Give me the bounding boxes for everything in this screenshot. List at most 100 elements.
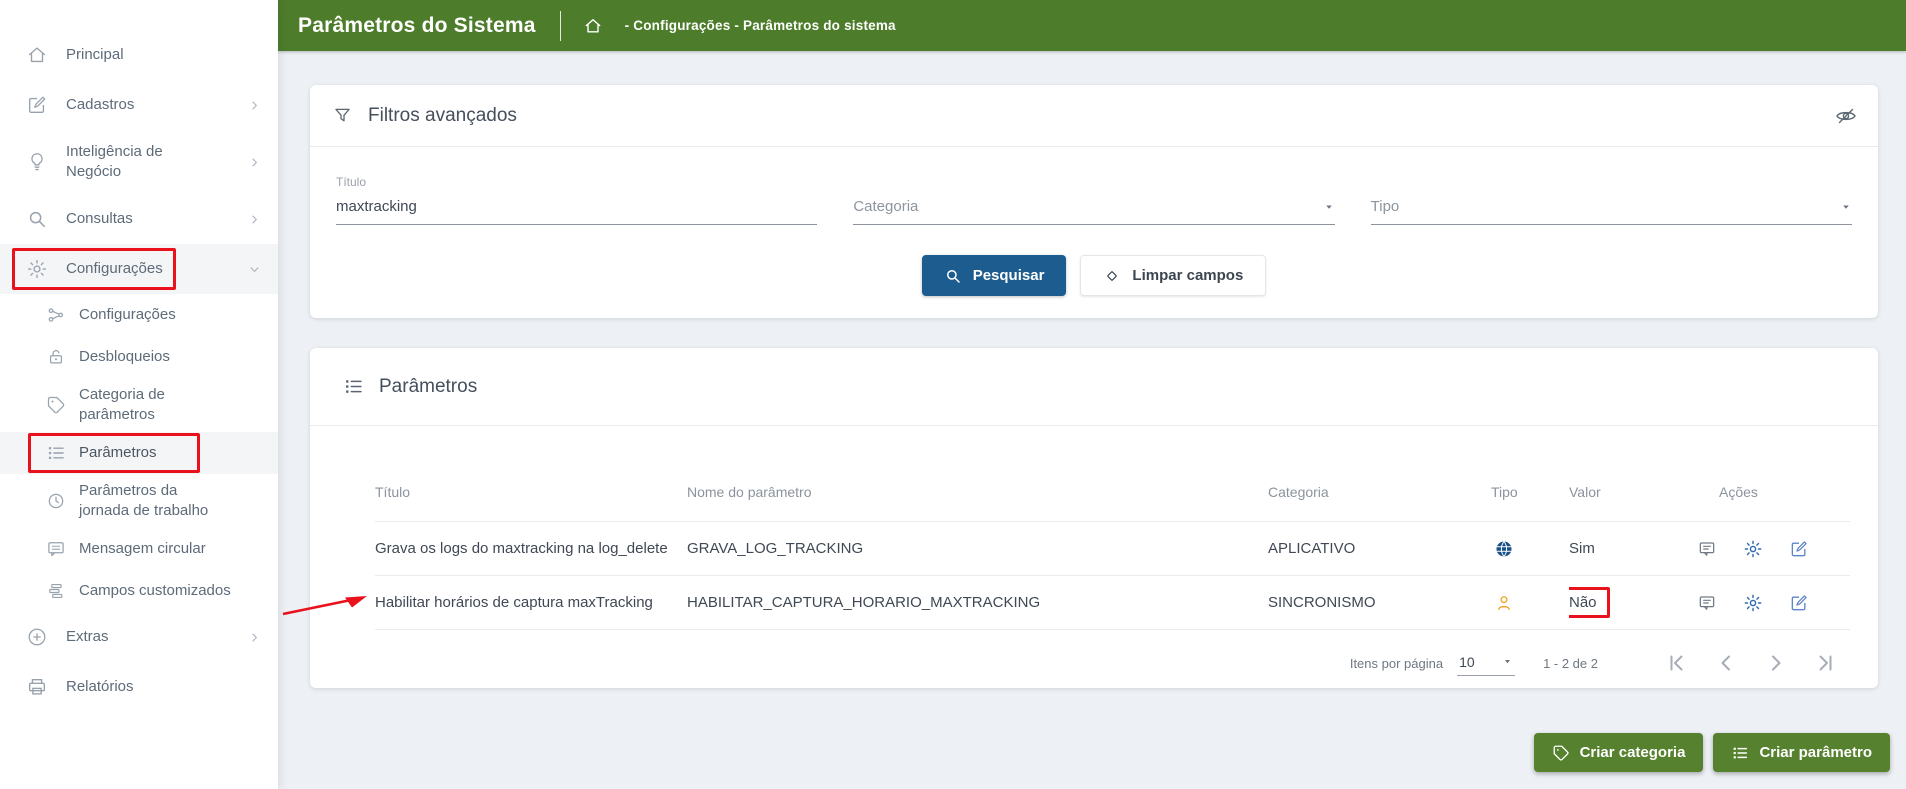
- sidebar-item-cadastros[interactable]: Cadastros: [0, 80, 278, 130]
- sidebar-subitem-parametros[interactable]: Parâmetros: [0, 432, 278, 474]
- titulo-field: Título: [336, 175, 817, 225]
- sidebar-item-label: Parâmetros: [79, 443, 231, 463]
- chevron-down-icon: [247, 262, 262, 277]
- sidebar-subitem-categoria-de-parametros[interactable]: Categoria de parâmetros: [0, 378, 278, 432]
- last-page-button[interactable]: [1814, 651, 1838, 675]
- sidebar-item-label: Principal: [66, 45, 218, 65]
- app-root: Principal Cadastros Inteligência de Negó…: [0, 0, 1906, 789]
- table-header-row: Título Nome do parâmetro Categoria Tipo …: [375, 462, 1850, 522]
- clear-fields-button[interactable]: Limpar campos: [1080, 255, 1266, 296]
- sidebar-item-inteligencia-de-negocio[interactable]: Inteligência de Negócio: [0, 130, 278, 194]
- column-header-valor: Valor: [1569, 484, 1683, 500]
- chevron-right-icon: [247, 155, 262, 170]
- sidebar-item-extras[interactable]: Extras: [0, 612, 278, 662]
- titulo-input[interactable]: [336, 193, 817, 225]
- valor-text: Não: [1569, 594, 1597, 611]
- sidebar-item-consultas[interactable]: Consultas: [0, 194, 278, 244]
- chevron-right-icon: [247, 212, 262, 227]
- sidebar-subitem-configuracoes[interactable]: Configurações: [0, 294, 278, 336]
- chevron-right-icon: [247, 630, 262, 645]
- search-icon: [26, 208, 48, 230]
- sidebar-item-principal[interactable]: Principal: [0, 30, 278, 80]
- cell-valor: Sim: [1569, 540, 1683, 557]
- edit-action-icon[interactable]: [1789, 593, 1809, 613]
- parameters-card-header: Parâmetros: [310, 348, 1878, 426]
- annotation-arrow: [281, 591, 369, 617]
- create-category-label: Criar categoria: [1580, 744, 1686, 761]
- next-page-button[interactable]: [1764, 651, 1788, 675]
- sidebar-subitem-desbloqueios[interactable]: Desbloqueios: [0, 336, 278, 378]
- items-per-page-value: 10: [1459, 654, 1475, 670]
- chevron-down-icon: [1323, 201, 1335, 213]
- tipo-select-label: Tipo: [1371, 198, 1400, 215]
- stack-icon: [46, 581, 66, 601]
- eye-off-icon[interactable]: [1834, 104, 1858, 128]
- cell-acoes: [1683, 539, 1850, 559]
- sidebar-item-configuracoes[interactable]: Configurações: [0, 244, 278, 294]
- message-icon: [46, 539, 66, 559]
- person-icon: [1494, 593, 1514, 613]
- eraser-icon: [1103, 267, 1121, 285]
- home-icon[interactable]: [583, 16, 603, 36]
- comment-action-icon[interactable]: [1697, 593, 1717, 613]
- sidebar-item-label: Configurações: [66, 259, 218, 279]
- cell-acoes: [1683, 593, 1850, 613]
- tipo-select[interactable]: Tipo: [1371, 193, 1852, 225]
- list-icon: [1731, 744, 1749, 762]
- main-content: Filtros avançados Título Categoria: [278, 51, 1906, 789]
- parameters-title: Parâmetros: [379, 376, 477, 398]
- categoria-field: Categoria: [853, 175, 1334, 225]
- items-per-page-select[interactable]: 10: [1457, 651, 1515, 676]
- annotation-box-nao: Não: [1569, 587, 1610, 618]
- sidebar-item-label: Categoria de parâmetros: [79, 385, 231, 426]
- sidebar-item-relatorios[interactable]: Relatórios: [0, 662, 278, 712]
- cell-nome: GRAVA_LOG_TRACKING: [687, 540, 1268, 557]
- cell-categoria: SINCRONISMO: [1268, 594, 1491, 611]
- create-category-button[interactable]: Criar categoria: [1534, 733, 1704, 772]
- sidebar-subitem-mensagem-circular[interactable]: Mensagem circular: [0, 528, 278, 570]
- pagination: Itens por página 10 1 - 2 de 2: [375, 638, 1838, 688]
- filters-body: Título Categoria Tipo: [310, 147, 1878, 318]
- settings-action-icon[interactable]: [1743, 593, 1763, 613]
- column-header-categoria: Categoria: [1268, 484, 1491, 500]
- column-header-tipo: Tipo: [1491, 484, 1569, 500]
- edit-icon: [26, 94, 48, 116]
- globe-icon: [1494, 539, 1514, 559]
- chevron-right-icon: [247, 98, 262, 113]
- comment-action-icon[interactable]: [1697, 539, 1717, 559]
- cell-categoria: APLICATIVO: [1268, 540, 1491, 557]
- settings-action-icon[interactable]: [1743, 539, 1763, 559]
- sidebar: Principal Cadastros Inteligência de Negó…: [0, 0, 278, 789]
- clock-icon: [46, 491, 66, 511]
- page-range-label: 1 - 2 de 2: [1543, 656, 1598, 671]
- cell-titulo: Habilitar horários de captura maxTrackin…: [375, 594, 687, 611]
- cell-tipo: [1491, 539, 1569, 559]
- footer-actions: Criar categoria Criar parâmetro: [1534, 733, 1890, 772]
- sidebar-item-label: Inteligência de Negócio: [66, 142, 218, 183]
- list-icon: [46, 443, 66, 463]
- create-parameter-label: Criar parâmetro: [1759, 744, 1872, 761]
- categoria-select-label: Categoria: [853, 198, 918, 215]
- categoria-select[interactable]: Categoria: [853, 193, 1334, 225]
- parameters-table: Título Nome do parâmetro Categoria Tipo …: [375, 462, 1850, 688]
- sidebar-item-label: Consultas: [66, 209, 218, 229]
- first-page-button[interactable]: [1664, 651, 1688, 675]
- table-row: Grava os logs do maxtracking na log_dele…: [375, 522, 1850, 576]
- sidebar-subitem-campos-customizados[interactable]: Campos customizados: [0, 570, 278, 612]
- sidebar-subitem-parametros-da-jornada[interactable]: Parâmetros da jornada de trabalho: [0, 474, 278, 528]
- search-button-label: Pesquisar: [973, 267, 1045, 284]
- tag-icon: [46, 395, 66, 415]
- sidebar-item-label: Relatórios: [66, 677, 218, 697]
- unlock-icon: [46, 347, 66, 367]
- cell-valor: Não: [1569, 587, 1683, 618]
- create-parameter-button[interactable]: Criar parâmetro: [1713, 733, 1890, 772]
- list-icon: [343, 376, 364, 397]
- tipo-field: Tipo: [1371, 175, 1852, 225]
- prev-page-button[interactable]: [1714, 651, 1738, 675]
- edit-action-icon[interactable]: [1789, 539, 1809, 559]
- search-button[interactable]: Pesquisar: [922, 255, 1067, 296]
- hub-icon: [46, 305, 66, 325]
- cell-titulo: Grava os logs do maxtracking na log_dele…: [375, 540, 687, 557]
- filter-icon: [332, 105, 353, 126]
- home-icon: [26, 44, 48, 66]
